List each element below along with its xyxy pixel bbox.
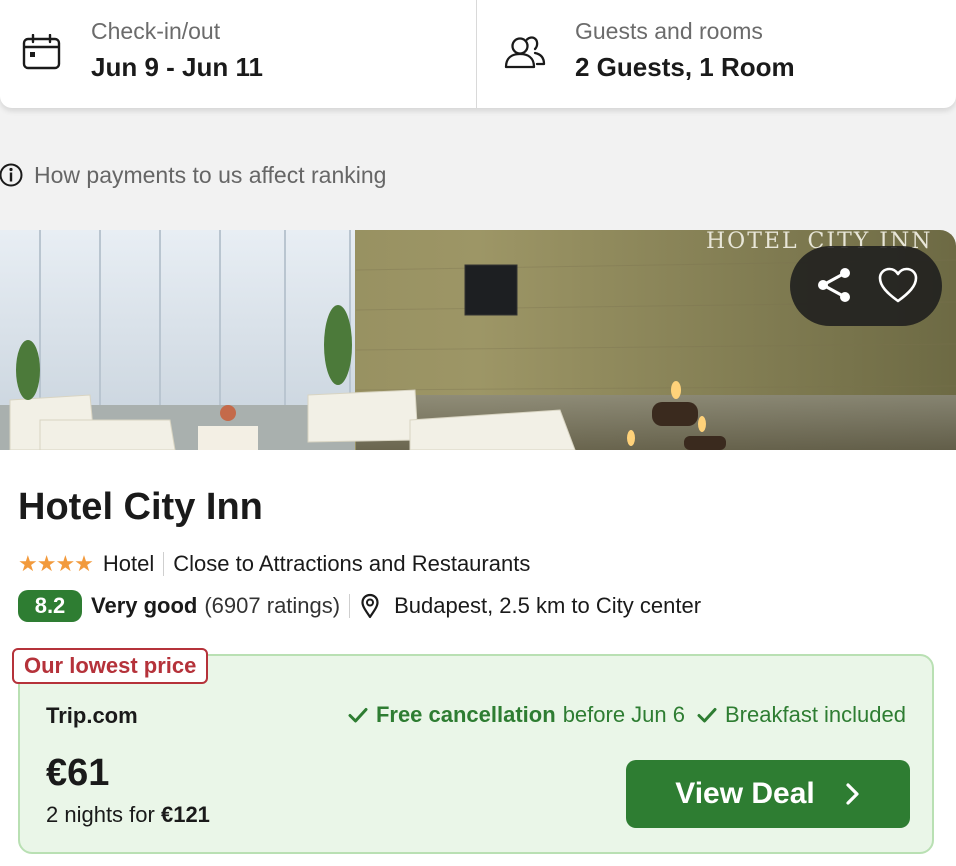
heart-icon (877, 266, 919, 307)
photo-actions (790, 246, 942, 326)
view-deal-label: View Deal (675, 777, 815, 810)
info-icon (0, 162, 24, 188)
rating-count[interactable]: (6907 ratings) (204, 593, 340, 619)
check-icon (348, 707, 368, 723)
location-pin-icon (360, 593, 380, 619)
total-price-value: €121 (160, 802, 210, 827)
ranking-info-link[interactable]: How payments to us affect ranking (0, 160, 386, 190)
hotel-type: Hotel (102, 551, 155, 576)
share-button[interactable] (810, 262, 858, 310)
check-icon (697, 707, 717, 723)
lowest-price-tag: Our lowest price (12, 648, 209, 684)
search-bar: Check-in/out Jun 9 - Jun 11 Guests and r… (0, 0, 956, 108)
rating-score-badge: 8.2 (18, 590, 82, 622)
dates-value: Jun 9 - Jun 11 (91, 52, 263, 82)
dates-label: Check-in/out (91, 18, 221, 44)
nightly-price: €61 (46, 752, 110, 794)
chevron-right-icon (845, 782, 861, 806)
free-cancellation-label: Free cancellation (375, 702, 556, 727)
rating-row: 8.2 Very good (6907 ratings) Budapest, 2… (18, 589, 701, 623)
guests-selector[interactable]: Guests and rooms 2 Guests, 1 Room (477, 0, 956, 108)
hotel-card[interactable]: HOTEL CITY INN Hotel City Inn ★★★★ Hotel… (0, 230, 956, 866)
hotel-meta: ★★★★ Hotel Close to Attractions and Rest… (18, 550, 530, 578)
divider (163, 552, 165, 576)
divider (349, 594, 351, 618)
deal-perks: Free cancellation before Jun 6 Breakfast… (348, 702, 906, 728)
view-deal-button[interactable]: View Deal (626, 760, 910, 828)
hotel-name[interactable]: Hotel City Inn (18, 486, 263, 529)
ranking-note-text: How payments to us affect ranking (34, 161, 387, 188)
dates-selector[interactable]: Check-in/out Jun 9 - Jun 11 (0, 0, 477, 108)
favorite-button[interactable] (874, 262, 922, 310)
cancellation-deadline: before Jun 6 (562, 702, 685, 727)
nights-text: 2 nights for (46, 802, 155, 827)
people-icon (503, 34, 547, 75)
deal-box[interactable]: Trip.com Free cancellation before Jun 6 … (18, 654, 934, 854)
star-rating: ★★★★ (18, 551, 94, 576)
hotel-highlight: Close to Attractions and Restaurants (173, 551, 531, 576)
breakfast-label: Breakfast included (725, 702, 906, 727)
hotel-location[interactable]: Budapest, 2.5 km to City center (394, 593, 701, 619)
calendar-icon (22, 33, 62, 75)
deal-provider: Trip.com (46, 703, 138, 728)
guests-value: 2 Guests, 1 Room (575, 52, 795, 82)
guests-label: Guests and rooms (575, 18, 763, 44)
total-price: 2 nights for €121 (46, 802, 210, 828)
rating-word: Very good (91, 593, 198, 618)
share-icon (814, 265, 854, 308)
